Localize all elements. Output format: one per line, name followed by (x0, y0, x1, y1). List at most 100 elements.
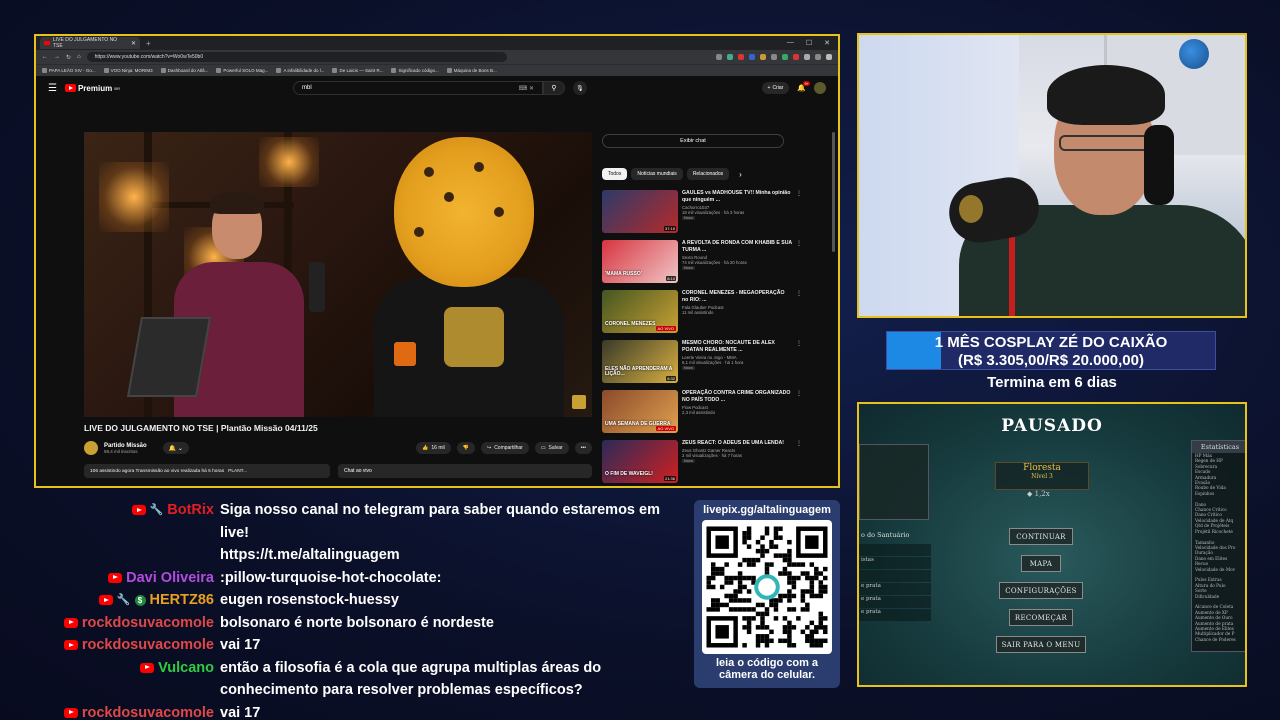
new-badge: Novo (682, 216, 695, 221)
youtube-premium-logo[interactable]: Premium BR (64, 84, 120, 93)
upgrade-row[interactable]: e prata (859, 583, 931, 595)
pause-title: PAUSADO (1001, 416, 1103, 436)
home-icon[interactable]: ⌂ (77, 54, 81, 60)
recommendation-item[interactable]: 37:15 GAULES vs MADHOUSE TV!! Minha opini… (602, 190, 802, 240)
filter-chip[interactable]: Relacionados (686, 168, 730, 180)
bookmark-item[interactable]: A infalibilidade do l... (276, 68, 324, 74)
share-label: Compartilhar (494, 445, 523, 451)
maximize-icon[interactable]: ☐ (806, 39, 812, 47)
video-thumbnail[interactable]: 37:15 (602, 190, 678, 233)
orange-mug (394, 342, 416, 366)
chips-next-icon[interactable]: › (739, 170, 742, 179)
keyboard-icon[interactable]: ⌨ ✕ (519, 85, 534, 92)
recommendation-item[interactable]: O FIM DE WAVEIGL! 21:36 ZEUS REACT: O ADEU… (602, 440, 802, 486)
search-input[interactable]: mbl ⌨ ✕ (292, 81, 543, 95)
channel-avatar[interactable] (84, 441, 98, 455)
bookmark-item[interactable]: Máquina de Bons B... (446, 68, 497, 74)
more-options-icon[interactable]: ⋮ (796, 240, 802, 290)
video-thumbnail[interactable]: CORONEL MENEZES AO VIVO (602, 290, 678, 333)
ext-icon[interactable] (793, 54, 799, 60)
ext-icon[interactable] (815, 54, 821, 60)
thumbnail-text: 'MAMA RUSSO' (605, 271, 642, 277)
bookmark-item[interactable]: PAPA LEÃO XIV - Go... (42, 68, 96, 74)
account-avatar[interactable] (814, 82, 826, 94)
notifications-bell-icon[interactable]: 🔔 9+ (797, 81, 810, 92)
ext-icon[interactable] (804, 54, 810, 60)
ext-icon[interactable] (771, 54, 777, 60)
upgrade-row[interactable] (859, 570, 931, 582)
close-tab-icon[interactable]: ✕ (131, 40, 136, 47)
address-bar[interactable]: https://www.youtube.com/watch?v=Wo0wTe50… (86, 52, 507, 62)
recommendation-item[interactable]: 'MAMA RUSSO' 8:10 A REVOLTA DE RONDA COM K… (602, 240, 802, 290)
recommendations-list: 37:15 GAULES vs MADHOUSE TV!! Minha opini… (602, 190, 802, 486)
ext-icon[interactable] (782, 54, 788, 60)
subscribe-bell-button[interactable]: 🔔 ⌄ (162, 442, 189, 454)
live-info-panel[interactable]: 106 assistindo agora Transmissão ao vivo… (84, 464, 330, 478)
more-options-icon[interactable]: ⋮ (796, 440, 802, 486)
exit-to-menu-button[interactable]: SAIR PARA O MENU (996, 636, 1086, 653)
recommendation-item[interactable]: CORONEL MENEZES AO VIVO CORONEL MENEZES - … (602, 290, 802, 340)
close-window-icon[interactable]: ✕ (824, 39, 830, 47)
save-button[interactable]: ▭ Salvar (534, 442, 569, 454)
like-button[interactable]: 👍 16 mil (416, 442, 451, 454)
back-icon[interactable]: ← (42, 54, 48, 60)
filter-chip[interactable]: Notícias mundiais (631, 168, 683, 180)
ext-icon[interactable] (749, 54, 755, 60)
more-options-icon[interactable]: ⋮ (796, 290, 802, 340)
thumbs-up-icon: 👍 (422, 445, 429, 451)
bookmark-favicon-icon (446, 68, 452, 74)
video-duration: 37:15 (663, 226, 676, 231)
voice-search-icon[interactable]: 🎙 (572, 81, 587, 95)
scrollbar[interactable] (832, 132, 835, 252)
video-player[interactable] (84, 132, 592, 417)
dislike-button[interactable]: 👎 (456, 442, 475, 454)
forward-icon[interactable]: → (54, 54, 60, 60)
upgrade-row[interactable]: e prata (859, 609, 931, 621)
channel-name[interactable]: Partido Missão (104, 443, 147, 449)
share-button[interactable]: ↪ Compartilhar (480, 442, 529, 454)
ext-icon[interactable] (760, 54, 766, 60)
ext-icon[interactable] (738, 54, 744, 60)
new-badge: Novo (682, 459, 695, 464)
new-tab-button[interactable]: + (146, 39, 151, 48)
video-thumbnail[interactable]: UMA SEMANA DE GUERRA AO VIVO (602, 390, 678, 433)
upgrade-row[interactable]: e prata (859, 596, 931, 608)
upgrade-row[interactable]: istas (859, 557, 931, 569)
ext-icon[interactable] (716, 54, 722, 60)
recommendation-info: CORONEL MENEZES - MEGAOPERAÇÃO no RIO: .… (682, 290, 792, 340)
bookmark-item[interactable]: Significado código... (391, 68, 439, 74)
filter-chip[interactable]: Todos (602, 168, 628, 180)
recommendation-item[interactable]: UMA SEMANA DE GUERRA AO VIVO OPERAÇÃO CONT… (602, 390, 802, 440)
live-chat-bar[interactable]: Chat ao vivo (338, 464, 592, 478)
chat-text: vai 17 (220, 637, 261, 653)
more-actions-button[interactable]: ••• (574, 442, 592, 454)
ext-icon[interactable] (826, 54, 832, 60)
continue-button[interactable]: CONTINUAR (1009, 528, 1073, 545)
ext-icon[interactable] (727, 54, 733, 60)
create-button[interactable]: + Criar (761, 82, 790, 94)
minimize-icon[interactable]: — (787, 39, 794, 47)
chat-message: rockdosuvacomole vai 17 (63, 634, 690, 657)
more-options-icon[interactable]: ⋮ (796, 340, 802, 390)
chat-message: 🔧 BotRix Siga nosso canal no telegram para… (70, 499, 690, 544)
restart-button[interactable]: RECOMEÇAR (1009, 609, 1073, 626)
hamburger-menu-icon[interactable]: ☰ (48, 83, 57, 94)
video-thumbnail[interactable]: O FIM DE WAVEIGL! 21:36 (602, 440, 678, 483)
bookmark-item[interactable]: Powerful SOLO Mag... (216, 68, 268, 74)
more-options-icon[interactable]: ⋮ (796, 190, 802, 240)
recommendation-item[interactable]: ELES NÃO APRENDERAM A LIÇÃO... 6:32 MESMO … (602, 340, 802, 390)
upgrade-row[interactable] (859, 544, 931, 556)
reload-icon[interactable]: ↻ (66, 54, 71, 61)
show-chat-button[interactable]: Exibir chat (602, 134, 784, 148)
bookmark-item[interactable]: De Laicis — Saint R... (332, 68, 383, 74)
search-button[interactable]: ⚲ (542, 81, 565, 95)
video-thumbnail[interactable]: ELES NÃO APRENDERAM A LIÇÃO... 6:32 (602, 340, 678, 383)
settings-button[interactable]: CONFIGURAÇÕES (999, 582, 1083, 599)
bookmark-item[interactable]: VOO.Ninja: MORIM3 (103, 68, 153, 74)
map-button[interactable]: MAPA (1021, 555, 1061, 572)
more-options-icon[interactable]: ⋮ (796, 390, 802, 440)
biome-panel: Floresta Nível 3 (995, 462, 1089, 490)
bookmark-item[interactable]: Dashboard do Atlâ... (160, 68, 208, 74)
video-thumbnail[interactable]: 'MAMA RUSSO' 8:10 (602, 240, 678, 283)
tab-active[interactable]: LIVE DO JULGAMENTO NO TSE ✕ (40, 37, 140, 49)
